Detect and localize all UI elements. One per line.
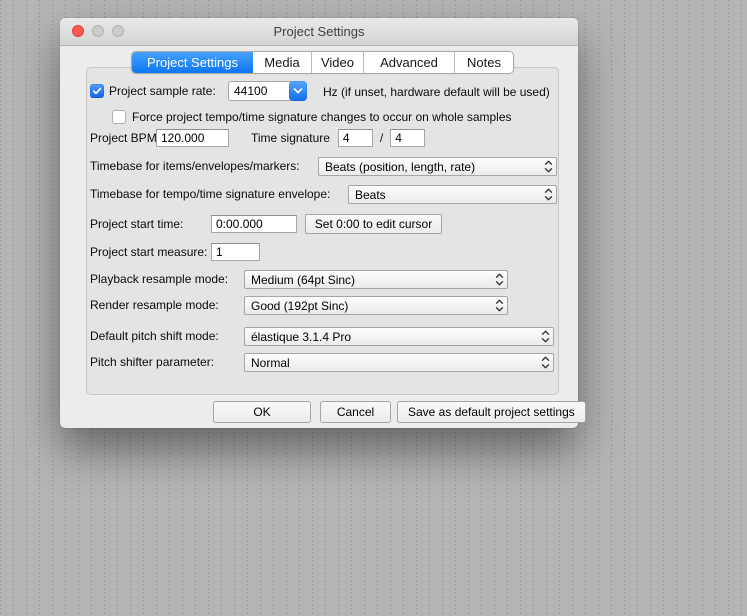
sample-rate-value[interactable]: 44100 (228, 81, 291, 101)
render-resample-label: Render resample mode: (90, 298, 219, 312)
tab-advanced[interactable]: Advanced (363, 52, 454, 73)
pitch-shift-value: élastique 3.1.4 Pro (251, 329, 352, 344)
updown-chevrons-icon (537, 330, 553, 343)
timebase-items-popup[interactable]: Beats (position, length, rate) (318, 157, 557, 176)
sample-rate-combo[interactable]: 44100 (228, 81, 307, 101)
close-button[interactable] (72, 25, 84, 37)
save-default-button[interactable]: Save as default project settings (397, 401, 586, 423)
settings-tab-bar: Project Settings Media Video Advanced No… (131, 51, 514, 74)
bpm-label: Project BPM: (90, 131, 161, 145)
sample-rate-note: Hz (if unset, hardware default will be u… (323, 85, 550, 99)
time-signature-separator: / (379, 131, 384, 145)
zoom-button[interactable] (112, 25, 124, 37)
force-whole-samples-label: Force project tempo/time signature chang… (132, 110, 512, 124)
title-bar[interactable]: Project Settings (60, 18, 578, 46)
updown-chevrons-icon (491, 273, 507, 286)
pitch-param-value: Normal (251, 355, 290, 370)
pitch-shift-label: Default pitch shift mode: (90, 329, 219, 343)
tab-project-settings[interactable]: Project Settings (132, 52, 253, 73)
minimize-button[interactable] (92, 25, 104, 37)
render-resample-value: Good (192pt Sinc) (251, 298, 349, 313)
project-settings-panel: Project sample rate: 44100 Hz (if unset,… (86, 67, 559, 395)
updown-chevrons-icon (537, 356, 553, 369)
window-title: Project Settings (273, 24, 365, 39)
bpm-row: Project BPM: Time signature / (90, 129, 558, 147)
timebase-tempo-label: Timebase for tempo/time signature envelo… (90, 187, 331, 201)
sample-rate-checkbox[interactable] (90, 84, 104, 98)
playback-resample-label: Playback resample mode: (90, 272, 229, 286)
timebase-tempo-value: Beats (355, 187, 386, 202)
cancel-button[interactable]: Cancel (320, 401, 391, 423)
time-signature-numerator-input[interactable] (337, 129, 373, 147)
sample-rate-label: Project sample rate: (109, 84, 216, 98)
timebase-items-value: Beats (position, length, rate) (325, 159, 476, 174)
force-whole-samples-row: Force project tempo/time signature chang… (112, 108, 558, 126)
ok-button[interactable]: OK (213, 401, 311, 423)
pitch-param-popup[interactable]: Normal (244, 353, 554, 372)
start-time-label: Project start time: (90, 217, 184, 231)
pitch-shift-popup[interactable]: élastique 3.1.4 Pro (244, 327, 554, 346)
tab-notes[interactable]: Notes (454, 52, 513, 73)
bpm-input[interactable] (156, 129, 229, 147)
tab-video[interactable]: Video (311, 52, 363, 73)
timebase-tempo-popup[interactable]: Beats (348, 185, 557, 204)
sample-rate-dropdown-button[interactable] (289, 81, 307, 101)
tab-media[interactable]: Media (253, 52, 311, 73)
timebase-items-label: Timebase for items/envelopes/markers: (90, 159, 300, 173)
pitch-param-label: Pitch shifter parameter: (90, 355, 215, 369)
updown-chevrons-icon (540, 160, 556, 173)
updown-chevrons-icon (540, 188, 556, 201)
project-settings-window: Project Settings Project Settings Media … (60, 18, 586, 428)
traffic-lights (72, 25, 124, 37)
playback-resample-popup[interactable]: Medium (64pt Sinc) (244, 270, 508, 289)
start-time-input[interactable] (211, 215, 297, 233)
force-whole-samples-checkbox[interactable] (112, 110, 126, 124)
time-signature-label: Time signature (251, 131, 330, 145)
checkmark-icon (92, 87, 102, 95)
set-cursor-button[interactable]: Set 0:00 to edit cursor (305, 214, 442, 234)
chevron-down-icon (293, 88, 303, 94)
render-resample-popup[interactable]: Good (192pt Sinc) (244, 296, 508, 315)
time-signature-denominator-input[interactable] (390, 129, 426, 147)
start-measure-label: Project start measure: (90, 245, 208, 259)
updown-chevrons-icon (491, 299, 507, 312)
start-measure-input[interactable] (211, 243, 260, 261)
playback-resample-value: Medium (64pt Sinc) (251, 272, 356, 287)
